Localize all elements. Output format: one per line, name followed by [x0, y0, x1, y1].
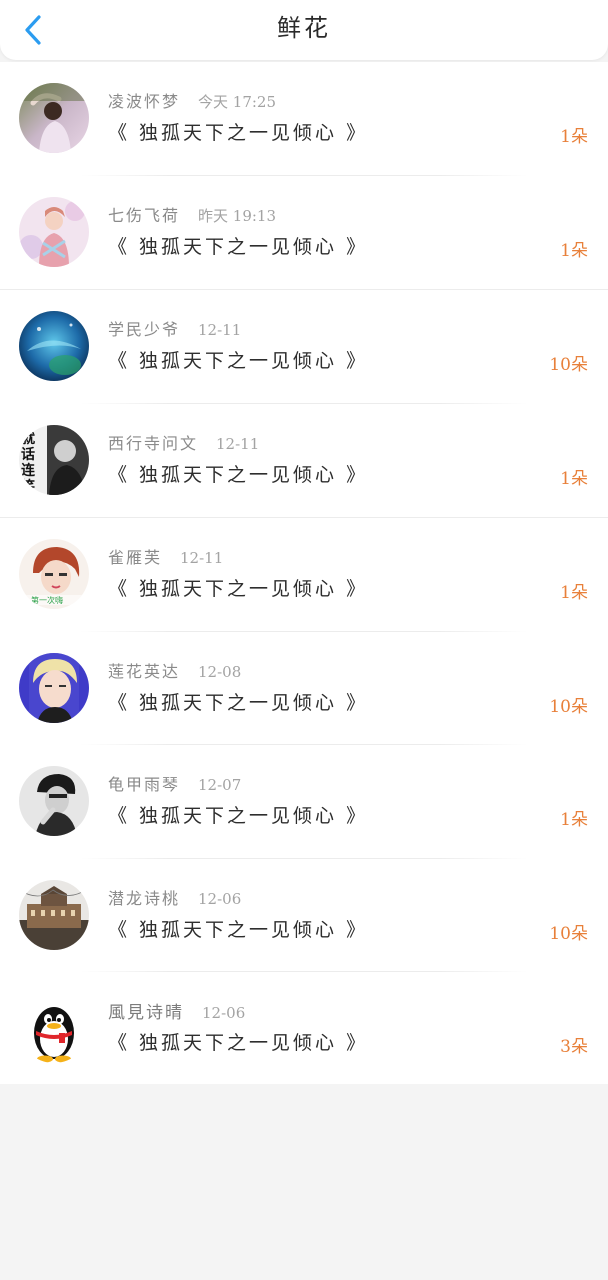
book-title[interactable]: 《 独孤天下之一见倾心 》	[108, 346, 368, 373]
book-title[interactable]: 《 独孤天下之一见倾心 》	[108, 688, 368, 715]
avatar-text-2: 话	[21, 446, 35, 463]
book-title[interactable]: 《 独孤天下之一见倾心 》	[108, 1028, 368, 1055]
avatar-text-3: 连	[21, 462, 36, 479]
list-item[interactable]: 風見诗晴 12-06 《 独孤天下之一见倾心 》 3朵	[0, 972, 608, 1086]
username[interactable]: 七伤飞荷	[108, 206, 180, 225]
username[interactable]: 凌波怀梦	[108, 92, 180, 111]
user-line: 潜龙诗桃 12-06	[108, 885, 241, 909]
book-title[interactable]: 《 独孤天下之一见倾心 》	[108, 574, 368, 601]
flower-count: 1朵	[560, 240, 588, 261]
flower-count: 1朵	[560, 583, 588, 603]
list-item[interactable]: 就 话 连 笑 西行寺问文 12-11 《 独孤天下之一见倾心 》 1朵	[0, 404, 608, 518]
avatar[interactable]	[19, 766, 89, 836]
list-item[interactable]: 龟甲雨琴 12-07 《 独孤天下之一见倾心 》 1朵	[0, 745, 608, 859]
avatar[interactable]	[19, 993, 89, 1063]
user-line: 凌波怀梦 今天 17:25	[108, 88, 276, 112]
avatar[interactable]: 就 话 连 笑	[19, 424, 89, 495]
flower-count: 1朵	[560, 810, 588, 830]
book-title[interactable]: 《 独孤天下之一见倾心 》	[108, 232, 368, 259]
username[interactable]: 雀雁芙	[108, 548, 162, 567]
list-item[interactable]: 潜龙诗桃 12-06 《 独孤天下之一见倾心 》 10朵	[0, 859, 608, 973]
timestamp: 12-11	[180, 549, 224, 567]
user-line: 西行寺问文 12-11	[108, 430, 259, 454]
timestamp: 12-11	[216, 434, 260, 453]
flower-count: 10朵	[549, 355, 588, 375]
username[interactable]: 西行寺问文	[108, 434, 198, 453]
book-title[interactable]: 《 独孤天下之一见倾心 》	[108, 460, 368, 487]
username[interactable]: 学民少爷	[108, 320, 180, 339]
username[interactable]: 潜龙诗桃	[108, 889, 180, 908]
timestamp: 12-06	[198, 889, 242, 908]
timestamp: 今天 17:25	[198, 93, 277, 111]
avatar[interactable]	[19, 196, 89, 267]
timestamp: 12-07	[198, 776, 242, 794]
timestamp: 昨天 19:13	[198, 206, 277, 225]
username[interactable]: 風見诗晴	[108, 1003, 184, 1023]
avatar-text-4: 笑	[21, 478, 35, 495]
user-line: 七伤飞荷 昨天 19:13	[108, 202, 276, 226]
avatar[interactable]	[19, 879, 89, 950]
user-line: 雀雁芙 12-11	[108, 544, 223, 568]
timestamp: 12-06	[202, 1004, 246, 1022]
avatar-text-1: 就	[21, 430, 35, 447]
avatar[interactable]	[19, 652, 89, 723]
list-item[interactable]: 凌波怀梦 今天 17:25 《 独孤天下之一见倾心 》 1朵	[0, 62, 608, 176]
flower-count: 10朵	[549, 696, 588, 717]
timestamp: 12-08	[198, 662, 242, 681]
list-item[interactable]: 莲花英达 12-08 《 独孤天下之一见倾心 》 10朵	[0, 632, 608, 746]
empty-background	[0, 1084, 608, 1280]
flower-count: 1朵	[560, 127, 588, 147]
avatar[interactable]	[19, 311, 89, 381]
flower-count: 3朵	[560, 1037, 588, 1057]
list-item[interactable]: 第一次嗨 雀雁芙 12-11 《 独孤天下之一见倾心 》 1朵	[0, 518, 608, 632]
list-item[interactable]: 学民少爷 12-11 《 独孤天下之一见倾心 》 10朵	[0, 290, 608, 404]
book-title[interactable]: 《 独孤天下之一见倾心 》	[108, 915, 368, 942]
avatar[interactable]	[19, 83, 89, 153]
list-item[interactable]: 七伤飞荷 昨天 19:13 《 独孤天下之一见倾心 》 1朵	[0, 176, 608, 290]
user-line: 学民少爷 12-11	[108, 316, 241, 340]
flower-count: 1朵	[560, 468, 588, 489]
username[interactable]: 龟甲雨琴	[108, 775, 180, 794]
book-title[interactable]: 《 独孤天下之一见倾心 》	[108, 118, 368, 145]
user-line: 莲花英达 12-08	[108, 658, 241, 682]
top-bar: 鲜花	[0, 0, 608, 60]
book-title[interactable]: 《 独孤天下之一见倾心 》	[108, 801, 368, 828]
avatar-banner-text: 第一次嗨	[31, 595, 63, 605]
qq-penguin-icon	[19, 993, 89, 1063]
flower-record-list: 凌波怀梦 今天 17:25 《 独孤天下之一见倾心 》 1朵 七伤飞荷 昨天 19:…	[0, 62, 608, 1086]
user-line: 龟甲雨琴 12-07	[108, 771, 241, 795]
timestamp: 12-11	[198, 321, 242, 339]
page-title: 鲜花	[277, 14, 331, 42]
user-line: 風見诗晴 12-06	[108, 998, 245, 1023]
username[interactable]: 莲花英达	[108, 662, 180, 681]
avatar[interactable]: 第一次嗨	[19, 539, 89, 609]
flower-count: 10朵	[549, 923, 588, 944]
